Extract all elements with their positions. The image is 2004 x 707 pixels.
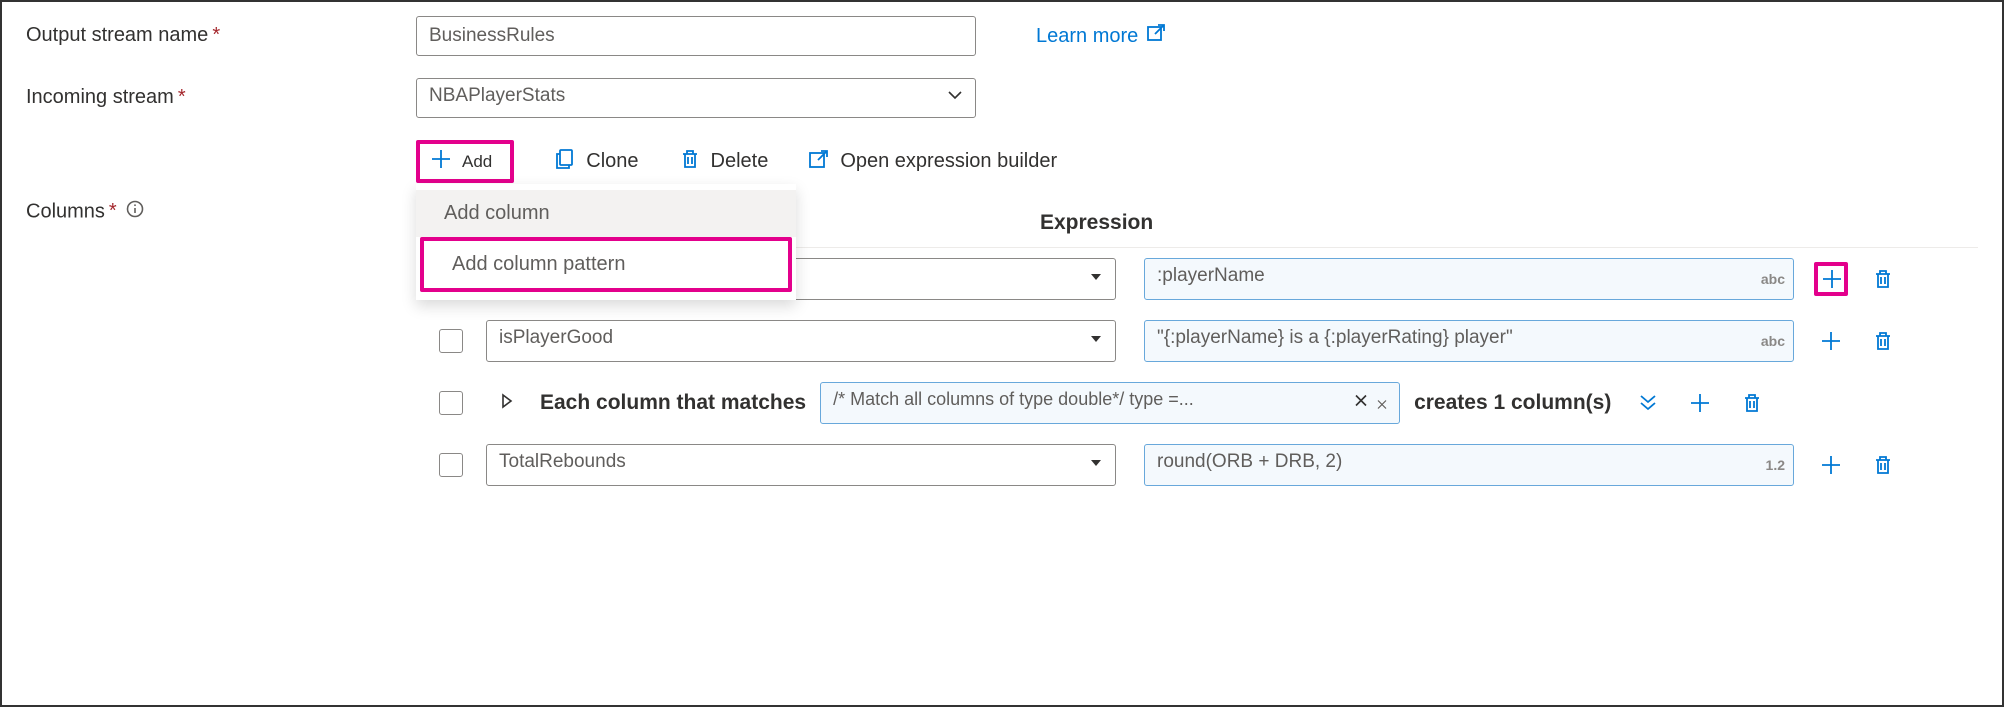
- external-link-icon: [1146, 23, 1166, 49]
- pattern-suffix-label: creates 1 column(s): [1414, 391, 1611, 415]
- delete-row-button[interactable]: [1866, 448, 1900, 482]
- caret-down-icon: [1089, 268, 1103, 290]
- info-icon[interactable]: [126, 200, 144, 224]
- delete-row-button[interactable]: [1735, 386, 1769, 420]
- add-row-button[interactable]: [1814, 448, 1848, 482]
- column-name-select[interactable]: isPlayerGood: [486, 320, 1116, 362]
- clone-button[interactable]: Clone: [554, 148, 638, 176]
- delete-button[interactable]: Delete: [679, 148, 769, 176]
- add-column-pattern-menu-item[interactable]: Add column pattern: [420, 237, 792, 292]
- output-stream-input[interactable]: [416, 16, 976, 56]
- incoming-stream-select[interactable]: NBAPlayerStats: [416, 78, 976, 118]
- column-row: isPlayerGood "{:playerName} is a {:playe…: [416, 310, 1978, 372]
- delete-row-button[interactable]: [1866, 262, 1900, 296]
- row-checkbox[interactable]: [439, 391, 463, 415]
- external-link-icon: [808, 148, 830, 176]
- delete-row-button[interactable]: [1866, 324, 1900, 358]
- caret-down-icon: [1089, 330, 1103, 352]
- expression-input[interactable]: "{:playerName} is a {:playerRating} play…: [1144, 320, 1794, 362]
- caret-down-icon: [1089, 454, 1103, 476]
- row-checkbox[interactable]: [439, 453, 463, 477]
- learn-more-link[interactable]: Learn more: [1036, 23, 1166, 49]
- clear-icon[interactable]: [1352, 392, 1389, 415]
- type-hint-badge: abc: [1761, 271, 1785, 287]
- copy-icon: [554, 148, 576, 176]
- add-row-button[interactable]: [1683, 386, 1717, 420]
- pattern-match-input[interactable]: /* Match all columns of type double*/ ty…: [820, 382, 1400, 424]
- expand-double-chevron-icon[interactable]: [1631, 386, 1665, 420]
- pattern-prefix-label: Each column that matches: [540, 391, 806, 415]
- trash-icon: [679, 148, 701, 176]
- column-row: TotalRebounds round(ORB + DRB, 2) 1.2: [416, 434, 1978, 496]
- chevron-down-icon: [947, 87, 963, 109]
- row-checkbox[interactable]: [439, 329, 463, 353]
- expression-input[interactable]: round(ORB + DRB, 2) 1.2: [1144, 444, 1794, 486]
- output-stream-label: Output stream name*: [26, 16, 416, 47]
- plus-icon: [430, 148, 452, 175]
- column-name-select[interactable]: TotalRebounds: [486, 444, 1116, 486]
- add-dropdown-menu: Add column Add column pattern: [416, 184, 796, 300]
- expression-input[interactable]: :playerName abc: [1144, 258, 1794, 300]
- type-hint-badge: 1.2: [1766, 457, 1785, 473]
- add-column-menu-item[interactable]: Add column: [416, 190, 796, 237]
- add-row-button[interactable]: [1814, 262, 1848, 296]
- expand-caret-icon[interactable]: [500, 393, 514, 414]
- incoming-stream-label: Incoming stream*: [26, 78, 416, 109]
- expression-header: Expression: [1040, 211, 1153, 235]
- add-row-button[interactable]: [1814, 324, 1848, 358]
- open-expression-builder-button[interactable]: Open expression builder: [808, 148, 1057, 176]
- columns-label: Columns*: [26, 140, 416, 224]
- column-pattern-row: Each column that matches /* Match all co…: [416, 372, 1978, 434]
- add-button[interactable]: Add: [416, 140, 514, 183]
- type-hint-badge: abc: [1761, 333, 1785, 349]
